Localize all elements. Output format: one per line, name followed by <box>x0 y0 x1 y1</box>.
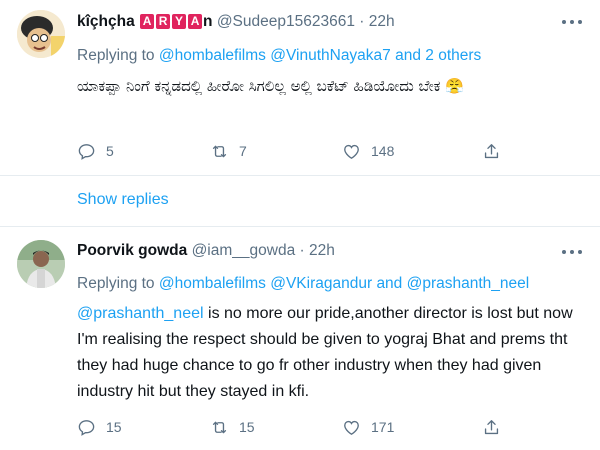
name-badge: A <box>188 14 203 29</box>
reply-icon <box>78 143 95 160</box>
reply-button[interactable]: 5 <box>77 140 114 162</box>
reply-count: 5 <box>106 143 114 159</box>
replying-to: Replying to @hombalefilms @VinuthNayaka7… <box>77 47 481 65</box>
share-icon <box>484 143 499 158</box>
mention-link[interactable]: @VKiragandur <box>270 275 372 292</box>
retweet-icon <box>212 421 227 433</box>
retweet-count: 15 <box>239 419 255 435</box>
display-name[interactable]: Poorvik gowda <box>77 242 187 259</box>
user-handle[interactable]: @iam__gowda <box>192 242 296 259</box>
and-text: and <box>376 275 403 292</box>
tweet-actions: 5 7 148 <box>77 140 499 162</box>
tweet-text: ಯಾಕಪ್ಪಾ ನಿಂಗೆ ಕನ್ನಡದಲ್ಲಿ ಹೀರೋ ಸಿಗಲಿಲ್ಲ ಅ… <box>77 77 464 95</box>
user-handle[interactable]: @Sudeep15623661 <box>217 13 355 30</box>
tweet-header: kîçhçha ARYAn @Sudeep15623661 · 22h <box>77 13 395 31</box>
mention-link[interactable]: @prashanth_neel <box>77 305 204 322</box>
share-button[interactable] <box>482 140 501 162</box>
retweet-button[interactable]: 15 <box>210 416 255 438</box>
more-icon[interactable] <box>562 20 582 26</box>
show-replies-link[interactable]: Show replies <box>77 191 169 209</box>
show-replies-row[interactable]: Show replies <box>0 176 600 226</box>
mention-link[interactable]: @prashanth_neel <box>407 275 530 292</box>
tweet-1[interactable]: kîçhçha ARYAn @Sudeep15623661 · 22h Repl… <box>0 0 600 176</box>
timestamp[interactable]: 22h <box>369 13 395 30</box>
tweet-text: @prashanth_neel is no more our pride,ano… <box>77 301 582 405</box>
replying-to-label: Replying to <box>77 47 155 64</box>
reply-button[interactable]: 15 <box>77 416 122 438</box>
mention-link[interactable]: @hombalefilms <box>159 275 266 292</box>
share-button[interactable] <box>482 416 501 438</box>
tweet-actions: 15 15 171 <box>77 416 499 438</box>
name-badge: Y <box>172 14 187 29</box>
more-icon[interactable] <box>562 250 582 256</box>
tweet-header: Poorvik gowda @iam__gowda · 22h <box>77 242 335 260</box>
mention-link[interactable]: @VinuthNayaka7 <box>270 47 391 64</box>
like-count: 148 <box>371 143 395 159</box>
separator-dot: · <box>359 13 365 30</box>
replying-to-label: Replying to <box>77 275 155 292</box>
retweet-icon <box>212 145 227 157</box>
mention-link[interactable]: @hombalefilms <box>159 47 266 64</box>
like-icon <box>344 144 359 159</box>
name-badge: A <box>140 14 155 29</box>
like-button[interactable]: 171 <box>342 416 394 438</box>
like-button[interactable]: 148 <box>342 140 394 162</box>
others-link[interactable]: and 2 others <box>395 47 481 64</box>
separator-dot: · <box>299 242 305 259</box>
timestamp[interactable]: 22h <box>309 242 335 259</box>
display-name[interactable]: kîçhçha ARYAn <box>77 13 213 30</box>
share-icon <box>484 419 499 434</box>
reply-icon <box>78 419 95 436</box>
reply-count: 15 <box>106 419 122 435</box>
retweet-count: 7 <box>239 143 247 159</box>
divider <box>0 226 600 227</box>
avatar[interactable] <box>17 240 65 288</box>
name-badge: R <box>156 14 171 29</box>
retweet-button[interactable]: 7 <box>210 140 247 162</box>
tweet-2[interactable]: Poorvik gowda @iam__gowda · 22h Replying… <box>0 228 600 450</box>
replying-to: Replying to @hombalefilms @VKiragandur a… <box>77 275 529 293</box>
like-icon <box>344 420 359 435</box>
avatar[interactable] <box>17 10 65 58</box>
like-count: 171 <box>371 419 395 435</box>
